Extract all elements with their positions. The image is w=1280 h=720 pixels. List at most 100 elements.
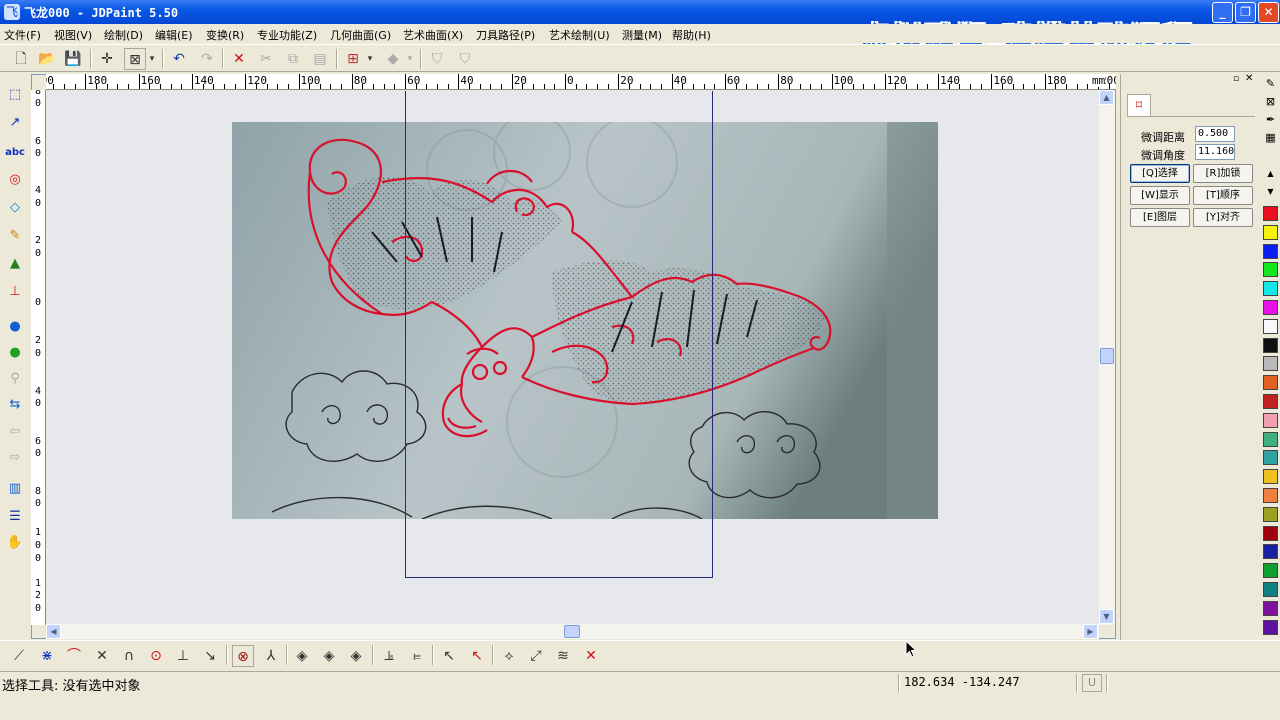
delete-icon[interactable]: ✕ — [228, 48, 250, 70]
menu-item-0[interactable]: 文件(F) — [4, 27, 41, 43]
bell-icon[interactable]: ▲ — [3, 253, 27, 275]
color-swatch[interactable] — [1263, 544, 1278, 560]
color-swatch[interactable] — [1263, 488, 1278, 503]
color-swatch[interactable] — [1263, 394, 1278, 409]
scroll-up-icon[interactable]: ▲ — [1099, 90, 1114, 105]
color-swatch[interactable] — [1263, 506, 1278, 522]
pointer-cross-icon[interactable]: ↖ — [438, 645, 460, 667]
color-swatch[interactable] — [1263, 300, 1278, 315]
scroll-left-icon[interactable]: ◀ — [46, 624, 61, 639]
vertical-scrollbar[interactable]: ▲ ▼ — [1099, 90, 1115, 625]
shield-icon[interactable]: ⛉ — [426, 48, 448, 70]
snap-tangent-icon[interactable]: ∩ — [118, 645, 140, 667]
brush-icon[interactable]: ⚲ — [3, 368, 27, 390]
layer-button[interactable]: [E]图层 — [1130, 208, 1190, 227]
grid-icon[interactable]: ⊞ — [342, 48, 364, 70]
maximize-button[interactable]: ❐ — [1235, 2, 1256, 23]
menu-item-10[interactable]: 测量(M) — [622, 27, 662, 43]
dropdown-arrow-icon[interactable]: ▾ — [146, 48, 158, 70]
scroll-down-icon[interactable]: ▼ — [1099, 609, 1114, 624]
shade-icon[interactable]: ◆ — [382, 48, 404, 70]
select-rect-icon[interactable]: ⬚ — [3, 84, 27, 106]
scroll-right-icon[interactable]: ▶ — [1083, 624, 1098, 639]
bulb-blue-icon[interactable]: ● — [3, 316, 27, 338]
palette-up-icon[interactable]: ▲ — [1263, 166, 1278, 181]
color-swatch[interactable] — [1263, 375, 1278, 391]
cut-icon[interactable]: ✂ — [255, 48, 277, 70]
node-move-icon[interactable]: ⤢ — [525, 645, 547, 667]
close-button[interactable]: ✕ — [1258, 2, 1279, 23]
color-swatch[interactable] — [1263, 600, 1278, 616]
hand-icon[interactable]: ✋ — [3, 532, 27, 554]
pen-icon[interactable]: ✎ — [1263, 76, 1278, 91]
shield-alt-icon[interactable]: ⛉ — [454, 48, 476, 70]
list-icon[interactable]: ☰ — [3, 506, 27, 528]
color-swatch[interactable] — [1263, 224, 1278, 240]
menu-item-3[interactable]: 编辑(E) — [155, 27, 193, 43]
app-icon[interactable]: 飞 — [4, 4, 20, 20]
menu-item-7[interactable]: 艺术曲面(X) — [403, 27, 463, 43]
color-swatch[interactable] — [1263, 337, 1278, 353]
open-file-icon[interactable]: 📂 — [36, 48, 58, 70]
vertical-scroll-thumb[interactable] — [1100, 348, 1114, 364]
color-swatch[interactable] — [1263, 619, 1278, 635]
snap-perpendicular-icon[interactable]: ⊥ — [172, 645, 194, 667]
text-abc-icon[interactable]: abc — [3, 142, 27, 164]
color-swatch[interactable] — [1263, 582, 1278, 597]
show-button[interactable]: [W]显示 — [1130, 186, 1190, 205]
unit-indicator[interactable]: U — [1082, 674, 1102, 692]
order-button[interactable]: [T]顺序 — [1193, 186, 1253, 205]
dropdown-arrow-icon[interactable]: ▾ — [404, 48, 416, 70]
paste-icon[interactable]: ▤ — [309, 48, 331, 70]
color-swatch[interactable] — [1263, 450, 1278, 466]
palette-down-icon[interactable]: ▼ — [1263, 184, 1278, 199]
color-swatch[interactable] — [1263, 318, 1278, 334]
menu-item-8[interactable]: 刀具路径(P) — [476, 27, 535, 43]
horizontal-scroll-thumb[interactable] — [564, 625, 580, 638]
snap-center-icon[interactable]: ⊙ — [145, 645, 167, 667]
snap-midpoint-icon[interactable]: ⋇ — [36, 645, 58, 667]
minimize-button[interactable]: _ — [1212, 2, 1233, 23]
tab-select-tool[interactable]: ⌑ — [1127, 94, 1151, 116]
crosshair-icon[interactable]: ✛ — [96, 48, 118, 70]
color-swatch[interactable] — [1263, 431, 1278, 447]
pattern-icon[interactable]: ▦ — [1263, 130, 1278, 145]
workpiece-boundary[interactable] — [405, 91, 713, 578]
diamond-b-icon[interactable]: ◈ — [318, 645, 340, 667]
pointer-delete-icon[interactable]: ↖ — [466, 645, 488, 667]
dropdown-arrow-icon[interactable]: ▾ — [364, 48, 376, 70]
node-edit-icon[interactable]: ↗ — [3, 112, 27, 134]
drawing-canvas[interactable] — [47, 91, 1099, 625]
panel-restore-icon[interactable]: ▫ — [1233, 74, 1239, 84]
node-add-icon[interactable]: ⟡ — [498, 645, 520, 667]
dropper-icon[interactable]: ✒ — [1263, 112, 1278, 127]
new-file-icon[interactable]: 🗋 — [10, 48, 32, 70]
transform-icon[interactable]: ⇆ — [3, 394, 27, 416]
menu-item-4[interactable]: 变换(R) — [206, 27, 244, 43]
diamond-a-icon[interactable]: ◈ — [291, 645, 313, 667]
menu-item-6[interactable]: 几何曲面(G) — [330, 27, 391, 43]
distance-input[interactable]: 0.500 — [1195, 126, 1235, 142]
color-swatch[interactable] — [1263, 469, 1278, 485]
redo-icon[interactable]: ↷ — [196, 48, 218, 70]
angle-input[interactable]: 11.160 — [1195, 144, 1235, 160]
menu-item-11[interactable]: 帮助(H) — [672, 27, 711, 43]
view-all-icon[interactable]: ⊠ — [124, 48, 146, 70]
color-swatch[interactable] — [1263, 281, 1278, 297]
align-base-icon[interactable]: ⫡ — [378, 645, 400, 667]
snap-intersect-icon[interactable]: ✕ — [91, 645, 113, 667]
measure-icon[interactable]: ⊥ — [3, 281, 27, 303]
menu-item-5[interactable]: 专业功能(Z) — [257, 27, 317, 43]
color-swatch[interactable] — [1263, 525, 1278, 541]
align-stack-icon[interactable]: ⫢ — [406, 645, 428, 667]
snap-node-icon[interactable]: ⅄ — [260, 645, 282, 667]
color-swatch[interactable] — [1263, 243, 1278, 259]
color-swatch[interactable] — [1263, 356, 1278, 372]
snap-nearest-icon[interactable]: ↘ — [199, 645, 221, 667]
node-list-icon[interactable]: ≋ — [552, 645, 574, 667]
undo-icon[interactable]: ↶ — [168, 48, 190, 70]
color-swatch[interactable] — [1263, 412, 1278, 428]
align-button[interactable]: [Y]对齐 — [1193, 208, 1253, 227]
diamond-icon[interactable]: ◇ — [3, 197, 27, 219]
cancel-icon[interactable]: ✕ — [580, 645, 602, 667]
